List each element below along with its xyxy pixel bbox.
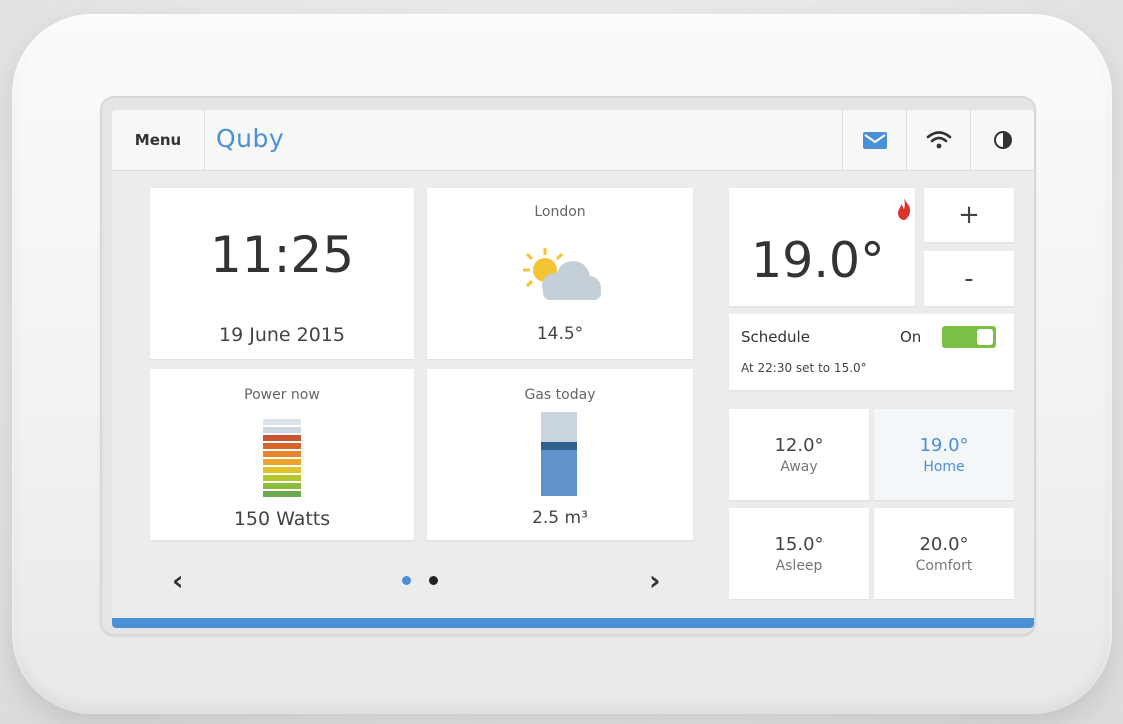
power-meter-segment <box>263 443 301 449</box>
quby-logo: Quby <box>216 124 285 153</box>
clock-date: 19 June 2015 <box>219 324 345 346</box>
display-mode-button[interactable] <box>970 110 1034 170</box>
gas-label: Gas today <box>524 387 596 403</box>
gas-value: 2.5 m³ <box>532 508 588 528</box>
preset-asleep-button[interactable]: 15.0° Asleep <box>729 508 869 599</box>
clock-tile[interactable]: 11:25 19 June 2015 <box>150 188 414 359</box>
power-meter-segment <box>263 483 301 489</box>
power-meter <box>263 411 301 497</box>
power-meter-segment <box>263 451 301 457</box>
menu-button[interactable]: Menu <box>112 110 205 170</box>
preset-name: Home <box>923 458 965 475</box>
power-meter-segment <box>263 459 301 465</box>
gas-tile[interactable]: Gas today 2.5 m³ <box>427 369 693 540</box>
power-meter-segment <box>263 467 301 473</box>
gas-meter <box>541 412 577 496</box>
current-temperature-tile: 19.0° <box>729 188 915 306</box>
power-tile[interactable]: Power now 150 Watts <box>150 369 414 540</box>
power-meter-segment <box>263 491 301 497</box>
preset-home-button[interactable]: 19.0° Home <box>874 409 1014 500</box>
contrast-icon <box>994 131 1012 149</box>
partly-cloudy-icon <box>523 248 601 300</box>
schedule-toggle[interactable] <box>942 326 996 348</box>
next-page-button[interactable]: › <box>649 564 661 597</box>
schedule-label: Schedule <box>741 328 810 346</box>
power-label: Power now <box>244 387 320 403</box>
page-dot-active[interactable] <box>402 576 411 585</box>
wifi-icon <box>926 131 952 149</box>
bottom-accent-bar <box>112 618 1034 628</box>
gas-meter-marker <box>541 442 577 450</box>
preset-name: Asleep <box>775 557 823 574</box>
power-value: 150 Watts <box>233 508 331 530</box>
decrease-temperature-button[interactable]: - <box>924 251 1014 306</box>
flame-icon <box>898 198 911 220</box>
preset-temp: 12.0° <box>774 434 824 456</box>
power-meter-segment <box>263 419 301 425</box>
clock-time: 11:25 <box>209 226 355 284</box>
preset-name: Comfort <box>915 557 973 574</box>
top-bar: Menu Quby <box>112 110 1034 171</box>
schedule-state: On <box>900 328 922 346</box>
gas-meter-fill <box>541 442 577 496</box>
weather-city: London <box>534 204 586 220</box>
schedule-note: At 22:30 set to 15.0° <box>741 361 867 375</box>
power-meter-segment <box>263 427 301 433</box>
mail-button[interactable] <box>842 110 907 170</box>
weather-temperature: 14.5° <box>536 324 584 344</box>
schedule-tile: Schedule On At 22:30 set to 15.0° <box>729 314 1014 390</box>
display-screen: Menu Quby 11:25 19 June 2015 London 14.5… <box>112 110 1034 628</box>
increase-temperature-button[interactable]: + <box>924 188 1014 242</box>
preset-temp: 20.0° <box>919 533 969 555</box>
page-dot[interactable] <box>429 576 438 585</box>
weather-tile[interactable]: London 14.5° <box>427 188 693 359</box>
preset-comfort-button[interactable]: 20.0° Comfort <box>874 508 1014 599</box>
power-meter-segment <box>263 435 301 441</box>
power-meter-segment <box>263 475 301 481</box>
preset-temp: 19.0° <box>919 434 969 456</box>
preset-temp: 15.0° <box>774 533 824 555</box>
schedule-toggle-knob <box>977 329 993 345</box>
preset-away-button[interactable]: 12.0° Away <box>729 409 869 500</box>
wifi-button[interactable] <box>906 110 971 170</box>
current-temperature: 19.0° <box>751 232 885 289</box>
mail-icon <box>863 131 887 149</box>
prev-page-button[interactable]: ‹ <box>172 564 184 597</box>
preset-name: Away <box>780 458 818 475</box>
